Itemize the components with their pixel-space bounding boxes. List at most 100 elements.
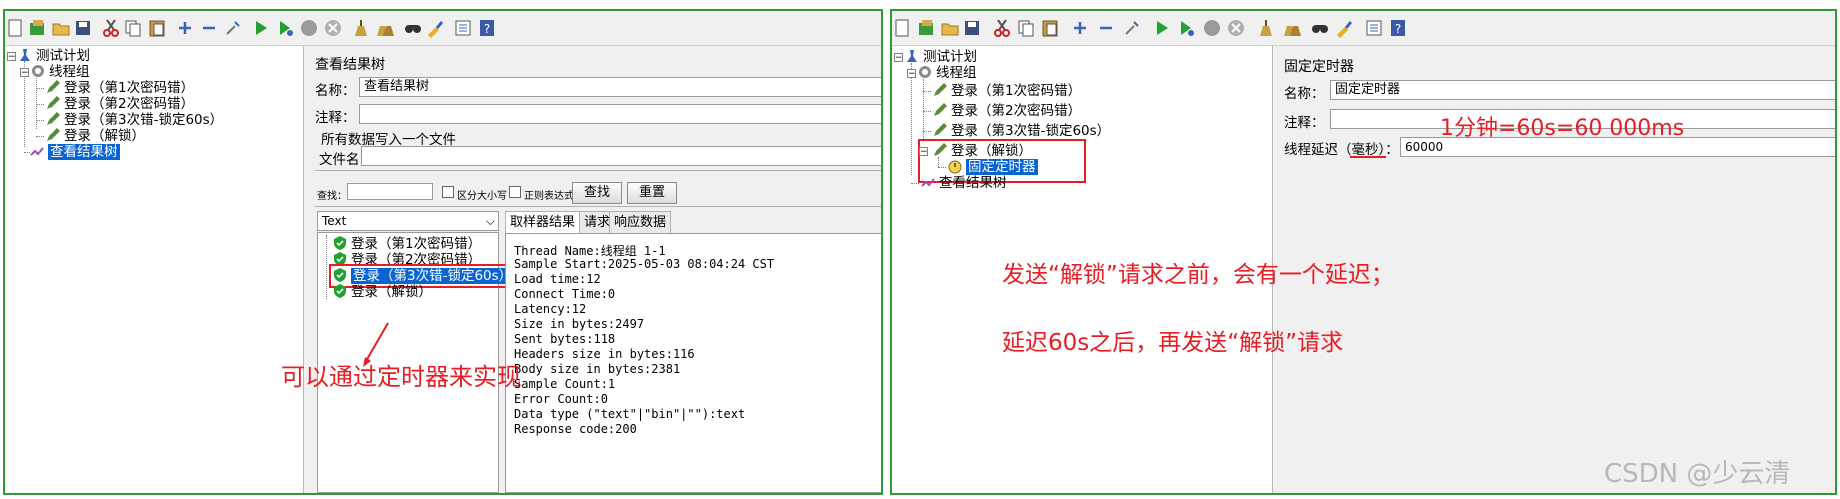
reset-search-icon[interactable] — [425, 18, 445, 38]
search-input[interactable] — [347, 183, 433, 200]
pencil-icon — [932, 142, 948, 158]
function-helper-icon[interactable] — [1364, 18, 1384, 38]
splitter[interactable] — [315, 170, 881, 171]
tree-guide — [938, 167, 946, 168]
start-no-pause-icon[interactable] — [275, 18, 295, 38]
name-label: 名称： — [315, 83, 356, 99]
name-field[interactable]: 固定定时器 — [1330, 80, 1835, 100]
shutdown-icon[interactable] — [323, 18, 343, 38]
chevron-down-icon: ⌵ — [485, 214, 495, 228]
collapse-toggle[interactable]: − — [907, 69, 916, 79]
gear-icon — [917, 64, 933, 80]
stop-icon[interactable] — [299, 18, 319, 38]
success-shield-icon — [332, 251, 348, 267]
tree-node-sampler-2[interactable]: 登录（第2次密码错） — [932, 102, 1081, 120]
tree-node-sampler-3[interactable]: 登录（第3次错-锁定60s） — [932, 122, 1110, 140]
tree-node-sampler-1[interactable]: 登录（第1次密码错） — [932, 82, 1081, 100]
splitter[interactable] — [315, 206, 881, 207]
cut-icon[interactable] — [992, 18, 1012, 38]
paste-icon[interactable] — [1040, 18, 1060, 38]
collapse-toggle[interactable]: − — [7, 52, 16, 62]
new-icon[interactable] — [892, 18, 912, 38]
tree-node-thread-group[interactable]: 线程组 — [917, 64, 977, 82]
result-line: Body size in bytes:2381 — [514, 362, 681, 376]
tree-guide — [923, 79, 924, 139]
clear-all-icon[interactable] — [375, 18, 395, 38]
reset-button[interactable]: 重置 — [627, 182, 677, 204]
result-tabs: 取样器结果 请求 响应数据 — [503, 211, 881, 234]
clear-icon[interactable] — [1256, 18, 1276, 38]
name-field[interactable]: 查看结果树 — [359, 77, 881, 97]
search-icon[interactable] — [403, 18, 423, 38]
templates-icon[interactable] — [916, 18, 936, 38]
collapse-icon[interactable] — [199, 18, 219, 38]
copy-icon[interactable] — [1016, 18, 1036, 38]
toggle-icon[interactable] — [223, 18, 243, 38]
search-icon[interactable] — [1310, 18, 1330, 38]
comment-field[interactable] — [359, 104, 881, 124]
regex-checkbox[interactable] — [509, 186, 521, 198]
help-icon[interactable]: ? — [1388, 18, 1408, 38]
result-line: Latency:12 — [514, 302, 587, 316]
new-icon[interactable] — [5, 18, 25, 38]
toggle-icon[interactable] — [1122, 18, 1142, 38]
pencil-icon — [45, 79, 61, 95]
result-line: Sent bytes:118 — [514, 332, 616, 346]
result-item-4[interactable]: 登录（解锁） — [332, 283, 432, 301]
case-sensitive-label: 区分大小写 — [457, 191, 507, 202]
tree-guide — [36, 104, 44, 105]
cut-icon[interactable] — [101, 18, 121, 38]
collapse-toggle[interactable]: − — [919, 147, 928, 157]
start-icon[interactable] — [1152, 18, 1172, 38]
help-icon[interactable]: ? — [477, 18, 497, 38]
expand-icon[interactable] — [175, 18, 195, 38]
pencil-icon — [45, 95, 61, 111]
collapse-toggle[interactable]: − — [894, 53, 903, 63]
test-plan-tree: − 测试计划 − 线程组 登录（第1次密码错） 登录（第2次密码错） 登录（第3… — [5, 46, 304, 493]
filename-field[interactable] — [361, 146, 881, 166]
copy-icon[interactable] — [123, 18, 143, 38]
clear-all-icon[interactable] — [1282, 18, 1302, 38]
file-section-label: 所有数据写入一个文件 — [321, 132, 456, 148]
tree-node-view-results-tree[interactable]: 查看结果树 — [920, 174, 1007, 192]
svg-text:?: ? — [484, 22, 490, 36]
clear-icon[interactable] — [351, 18, 371, 38]
renderer-select[interactable]: Text ⌵ — [317, 211, 499, 231]
result-line: Load time:12 — [514, 272, 601, 286]
pencil-icon — [45, 127, 61, 143]
watermark: CSDN @少云清 — [1604, 459, 1791, 489]
reset-search-icon[interactable] — [1334, 18, 1354, 38]
find-button[interactable]: 查找 — [572, 182, 622, 204]
left-jmeter-window: ? − 测试计划 − 线程组 登录（第1次密码错） 登录（第2次密码错） 登录（… — [3, 9, 883, 495]
templates-icon[interactable] — [27, 18, 47, 38]
collapse-toggle[interactable]: − — [20, 68, 29, 78]
pencil-icon — [932, 122, 948, 138]
result-line: Sample Start:2025-05-03 08:04:24 CST — [514, 257, 775, 271]
tree-guide — [938, 157, 939, 167]
save-icon[interactable] — [73, 18, 93, 38]
regex-label: 正则表达式 — [524, 191, 574, 202]
success-shield-icon — [332, 267, 348, 283]
toolbar: ? — [5, 11, 881, 46]
collapse-icon[interactable] — [1096, 18, 1116, 38]
tab-response-data[interactable]: 响应数据 — [609, 211, 672, 234]
open-icon[interactable] — [940, 18, 960, 38]
case-sensitive-checkbox[interactable] — [442, 186, 454, 198]
paste-icon[interactable] — [147, 18, 167, 38]
stopwatch-icon — [947, 158, 963, 174]
tree-guide — [923, 111, 931, 112]
tab-sampler-result[interactable]: 取样器结果 — [505, 211, 581, 234]
tree-guide — [36, 88, 44, 89]
tree-guide — [36, 136, 44, 137]
result-line: Sample Count:1 — [514, 377, 616, 391]
start-no-pause-icon[interactable] — [1176, 18, 1196, 38]
stop-icon[interactable] — [1202, 18, 1222, 38]
function-helper-icon[interactable] — [453, 18, 473, 38]
shutdown-icon[interactable] — [1226, 18, 1246, 38]
start-icon[interactable] — [251, 18, 271, 38]
expand-icon[interactable] — [1070, 18, 1090, 38]
open-icon[interactable] — [51, 18, 71, 38]
annotation-conversion: 1分钟=60s=60 000ms — [1440, 116, 1685, 141]
save-icon[interactable] — [962, 18, 982, 38]
tree-node-view-results-tree[interactable]: 查看结果树 — [29, 143, 120, 161]
